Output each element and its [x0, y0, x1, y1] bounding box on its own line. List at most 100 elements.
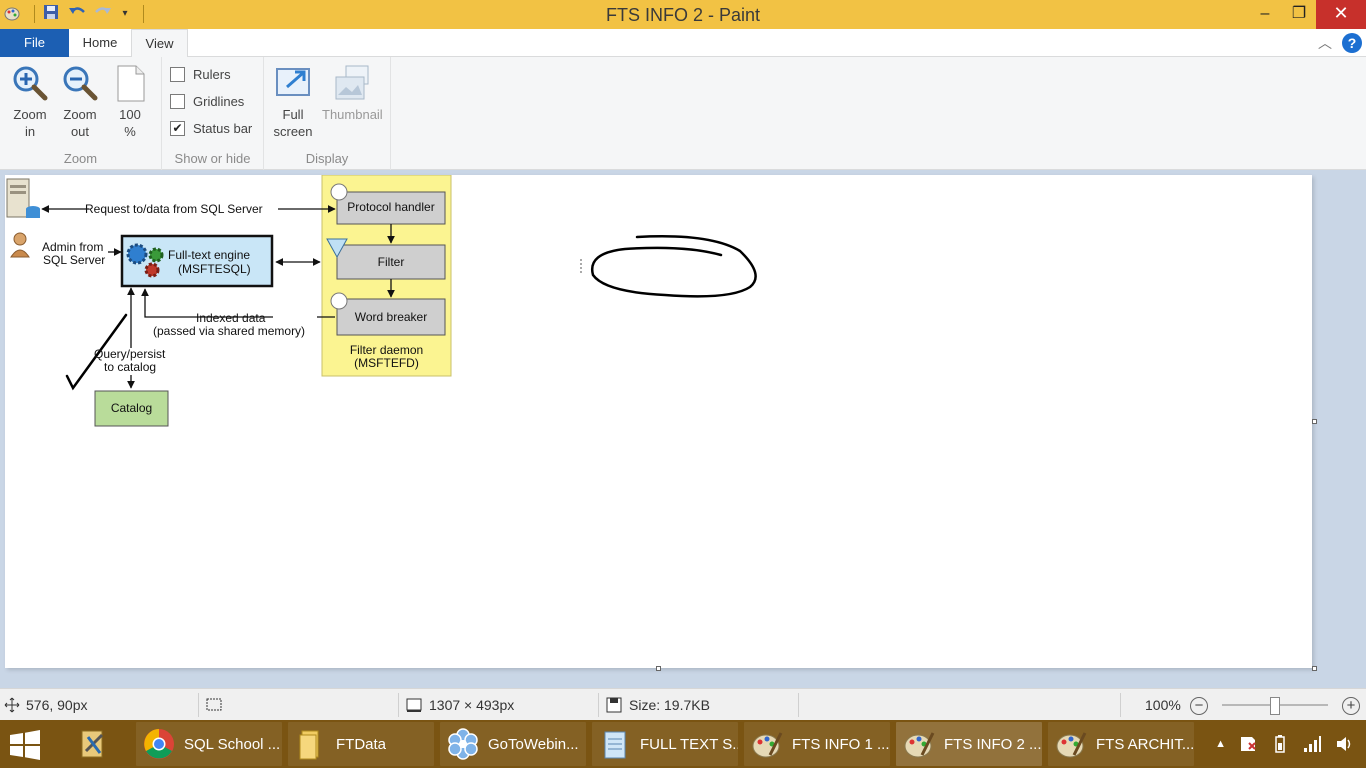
- minimize-button[interactable]: –: [1248, 0, 1282, 29]
- zoom-in-icon: [13, 66, 48, 101]
- network-signal-icon[interactable]: [1302, 734, 1322, 754]
- zoom-out-icon: [63, 66, 98, 101]
- selection-size: [205, 689, 223, 721]
- folder-icon: [299, 730, 319, 760]
- taskbar-item-paint-3[interactable]: FTS ARCHIT...: [1048, 722, 1194, 766]
- minimize-ribbon-icon[interactable]: ︿: [1318, 33, 1332, 53]
- actual-size-label1: 100: [119, 107, 141, 122]
- zoom-group: Zoom in Zoom out 100 % Zoom: [0, 57, 162, 170]
- admin-label-line1: Admin from: [42, 240, 104, 254]
- image-dimensions: 1307 × 493px: [405, 689, 514, 721]
- volume-icon[interactable]: [1334, 734, 1354, 754]
- window-title: FTS INFO 2 - Paint: [605, 5, 761, 25]
- rulers-checkbox[interactable]: Rulers: [170, 67, 231, 82]
- paint-icon: [904, 732, 935, 758]
- zoom-group-label: Zoom: [63, 151, 98, 166]
- rulers-label: Rulers: [193, 67, 231, 82]
- status-divider: [398, 693, 399, 717]
- taskbar-item-folder[interactable]: FTData: [288, 722, 434, 766]
- thumbnail-label: Thumbnail: [322, 107, 383, 122]
- cursor-position: 576, 90px: [4, 689, 88, 721]
- zoom-out-button[interactable]: Zoom out: [56, 63, 104, 140]
- taskbar-pinned-tools[interactable]: [70, 722, 130, 766]
- taskbar-item-label: SQL School ...: [184, 735, 281, 753]
- actual-size-button[interactable]: 100 %: [106, 63, 154, 140]
- taskbar-item-notepad[interactable]: FULL TEXT S...: [592, 722, 738, 766]
- close-button[interactable]: ✕: [1316, 0, 1366, 29]
- taskbar-item-label: FTS INFO 1 ...: [792, 735, 890, 753]
- zoom-out-label2: out: [70, 124, 90, 139]
- zoom-in-button[interactable]: Zoom in: [6, 63, 54, 140]
- file-size: Size: 19.7KB: [605, 689, 710, 721]
- word-breaker-label: Word breaker: [354, 310, 428, 324]
- battery-icon[interactable]: [1270, 734, 1290, 754]
- statusbar-checkbox[interactable]: ✔ Status bar: [170, 121, 252, 136]
- selection-icon: [206, 698, 222, 711]
- maximize-button[interactable]: ❐: [1282, 0, 1316, 29]
- image-dimensions-text: 1307 × 493px: [429, 697, 515, 713]
- admin-label-line2: SQL Server: [43, 253, 106, 267]
- filter-label: Filter: [377, 255, 405, 269]
- help-icon[interactable]: ?: [1342, 33, 1362, 53]
- taskbar-item-label: FTData: [336, 735, 387, 753]
- taskbar-item-chrome[interactable]: SQL School ...: [136, 722, 282, 766]
- taskbar-item-label: GoToWebin...: [488, 735, 579, 753]
- engine-label-line1: Full-text engine: [168, 248, 251, 262]
- status-divider: [198, 693, 199, 717]
- resize-handle-bottom[interactable]: [656, 666, 661, 671]
- zoom-in-label1: Zoom: [13, 107, 47, 122]
- action-center-icon[interactable]: [1238, 734, 1258, 754]
- paint-icon: [752, 732, 783, 758]
- drawing-canvas[interactable]: Request to/data from SQL Server Admin fr…: [5, 175, 1312, 668]
- filter-daemon-label-line2: (MSFTEFD): [354, 356, 419, 370]
- thumbnail-button[interactable]: Thumbnail: [322, 63, 383, 123]
- gridlines-checkbox[interactable]: Gridlines: [170, 94, 244, 109]
- canvas-workspace: Request to/data from SQL Server Admin fr…: [0, 170, 1366, 688]
- actual-size-label2: %: [124, 124, 136, 139]
- zoom-out-small-button[interactable]: −: [1190, 697, 1208, 715]
- title-bar: ▾ FTS INFO 2 - Paint – ❐ ✕: [0, 0, 1366, 29]
- taskbar-item-paint-1[interactable]: FTS INFO 1 ...: [744, 722, 890, 766]
- taskbar-item-paint-2[interactable]: FTS INFO 2 ...: [896, 722, 1042, 766]
- gridlines-box[interactable]: [170, 94, 185, 109]
- tab-home[interactable]: Home: [70, 29, 130, 57]
- file-size-text: Size: 19.7KB: [629, 697, 710, 713]
- statusbar-box[interactable]: ✔: [170, 121, 185, 136]
- full-screen-label2: screen: [273, 124, 313, 139]
- engine-label-line2: (MSFTESQL): [178, 262, 251, 276]
- full-screen-button[interactable]: Full screen: [269, 63, 317, 140]
- taskbar-item-label: FTS INFO 2 ...: [944, 735, 1042, 753]
- tab-view[interactable]: View: [131, 29, 188, 58]
- indexed-data-line1: Indexed data: [196, 311, 266, 325]
- tray-overflow-icon[interactable]: ▲: [1215, 738, 1226, 750]
- chrome-icon: [144, 729, 174, 759]
- zoom-in-label2: in: [24, 124, 36, 139]
- gotowebinar-icon: [448, 728, 478, 760]
- tab-file[interactable]: File: [0, 29, 69, 57]
- image-size-icon: [406, 698, 422, 712]
- zoom-out-label1: Zoom: [63, 107, 97, 122]
- taskbar-item-gotowebinar[interactable]: GoToWebin...: [440, 722, 586, 766]
- cursor-position-icon: [4, 697, 20, 713]
- zoom-slider-thumb[interactable]: [1270, 697, 1280, 715]
- status-divider: [798, 693, 799, 717]
- start-button[interactable]: [8, 728, 48, 762]
- zoom-level: 100%: [1145, 697, 1181, 713]
- full-screen-label1: Full: [282, 107, 304, 122]
- rulers-box[interactable]: [170, 67, 185, 82]
- filter-daemon-label-line1: Filter daemon: [349, 343, 424, 357]
- display-group: Full screen Thumbnail Display: [264, 57, 391, 170]
- resize-handle-corner[interactable]: [1312, 666, 1317, 671]
- word-breaker-icon: [330, 292, 348, 310]
- ribbon-right-controls: ︿ ?: [1318, 33, 1362, 53]
- statusbar-label: Status bar: [193, 121, 253, 136]
- show-hide-group: Rulers Gridlines ✔ Status bar Show or hi…: [162, 57, 264, 170]
- full-screen-icon: [276, 68, 310, 96]
- system-tray: ▲: [1215, 720, 1366, 768]
- cursor-position-text: 576, 90px: [26, 697, 88, 713]
- protocol-handler-icon: [330, 183, 348, 201]
- display-group-label: Display: [305, 151, 349, 166]
- resize-handle-right[interactable]: [1312, 419, 1317, 424]
- zoom-in-small-button[interactable]: +: [1342, 697, 1360, 715]
- handwritten-ellipse: [590, 235, 757, 298]
